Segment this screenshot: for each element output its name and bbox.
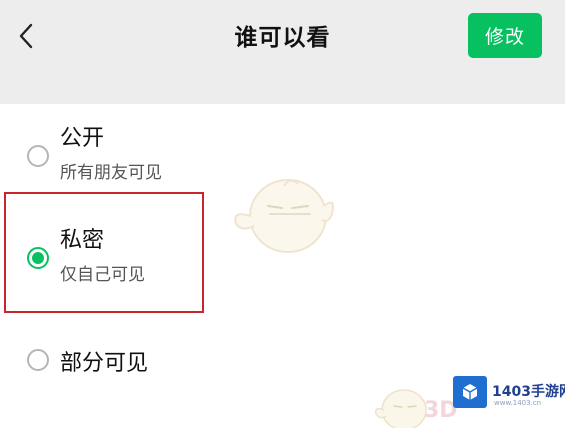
site-url: www.1403.cn (494, 399, 542, 407)
radio-public[interactable] (27, 145, 49, 167)
top-bar: 谁可以看 修改 (0, 0, 565, 104)
option-partial-label: 部分可见 (60, 351, 149, 376)
mascot-watermark-icon (234, 179, 334, 253)
radio-private[interactable] (27, 247, 49, 269)
option-private-description: 仅自己可见 (60, 265, 145, 285)
radio-partial[interactable] (27, 349, 49, 371)
option-public-description: 所有朋友可见 (60, 163, 162, 183)
mascot-small-watermark-icon (374, 389, 427, 428)
option-public-label: 公开 (60, 126, 105, 151)
modify-button[interactable]: 修改 (468, 13, 542, 58)
site-name: 1403手游网 (492, 384, 565, 400)
option-private-label: 私密 (60, 228, 105, 253)
site-logo-icon (453, 376, 487, 408)
cube-icon (462, 384, 478, 400)
